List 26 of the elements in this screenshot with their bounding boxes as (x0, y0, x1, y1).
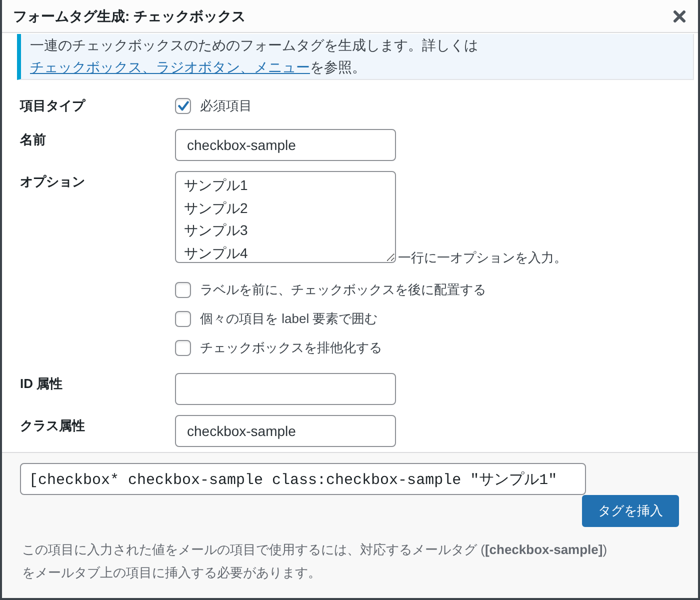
tag-field[interactable]: [checkbox* checkbox-sample class:checkbox-sample "サンプル1" (20, 463, 586, 495)
close-icon[interactable] (673, 10, 686, 22)
checkbox-label: ラベルを前に、チェックボックスを後に配置する (200, 281, 486, 299)
text-input[interactable]: checkbox-sample (175, 415, 396, 447)
checkbox[interactable] (175, 311, 191, 327)
mail-tag-note: この項目に入力された値をメールの項目で使用するには、対応するメールタグ ([checkbox-sample])をメールタブ上の項目に挿入する必要があります。 (22, 541, 608, 582)
dialog-title: フォームタグ生成: チェックボックス (13, 7, 246, 26)
docs-link[interactable]: チェックボックス、ラジオボタン、メニュー (30, 59, 310, 75)
checkbox[interactable] (175, 98, 191, 114)
options-textarea[interactable]: サンプル1 サンプル2 サンプル3 サンプル4 (175, 171, 396, 263)
checkbox-label: 必須項目 (200, 97, 252, 115)
field-label: クラス属性 (20, 417, 86, 435)
checkbox[interactable] (175, 282, 191, 298)
notice-text: 一連のチェックボックスのためのフォームタグを生成します。詳しくは チェックボックス、ラジオボタン、メニューを参照。 (30, 36, 479, 77)
insert-tag-button[interactable]: タグを挿入 (582, 495, 679, 527)
checkbox[interactable] (175, 340, 191, 356)
field-label: 名前 (20, 131, 47, 149)
field-label: 項目タイプ (20, 97, 87, 115)
checkmark-icon (178, 101, 188, 111)
text-input[interactable]: checkbox-sample (175, 129, 396, 161)
hint-text: 一行に一オプションを入力。 (398, 249, 567, 267)
checkbox-label: チェックボックスを排他化する (200, 339, 382, 357)
field-label: オプション (20, 173, 86, 191)
text-input[interactable] (175, 373, 396, 405)
checkbox-label: 個々の項目を label 要素で囲む (200, 310, 378, 328)
field-label: ID 属性 (20, 375, 64, 393)
